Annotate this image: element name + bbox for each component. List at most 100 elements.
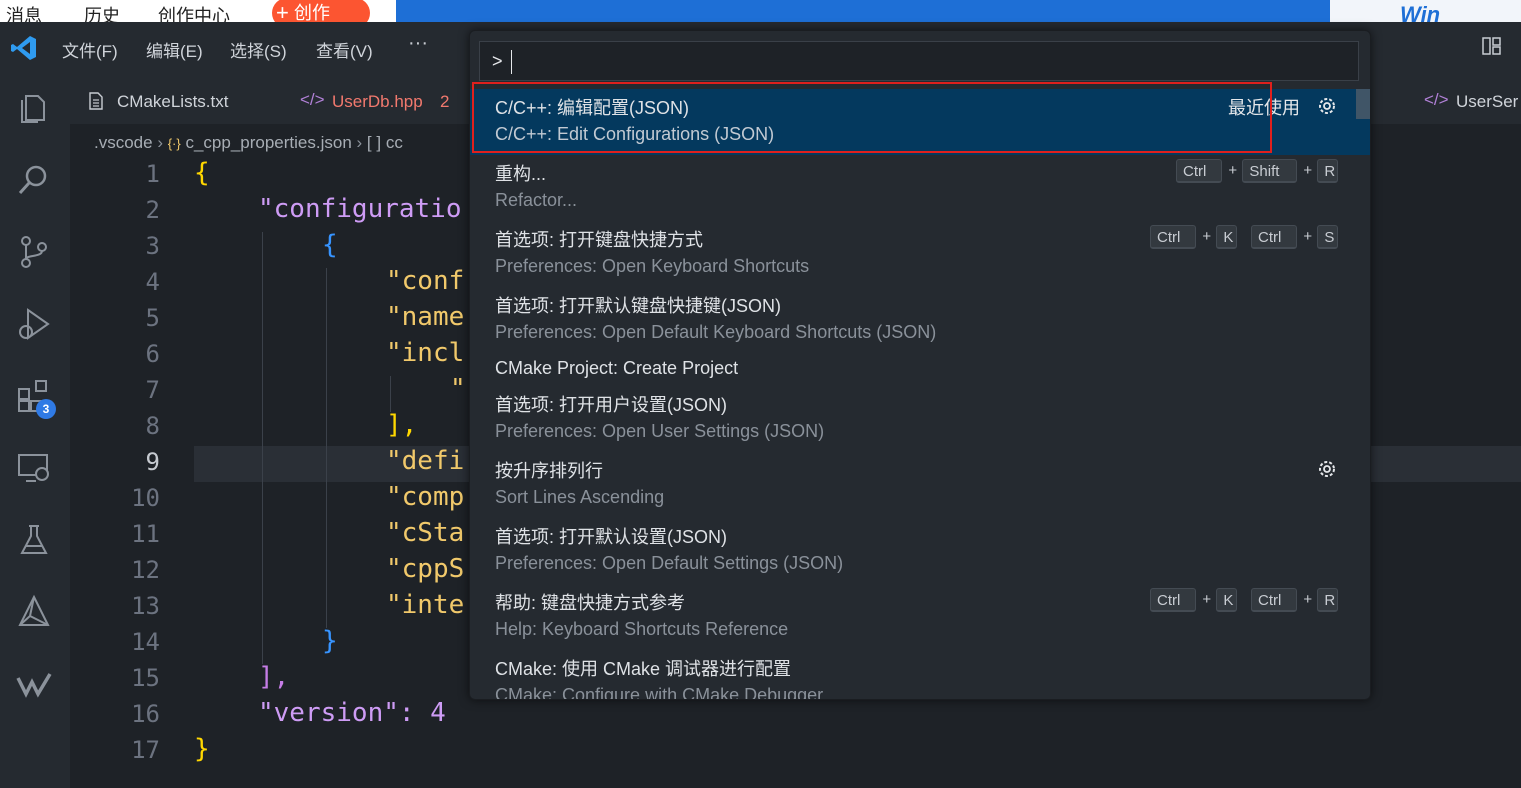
remote-explorer-icon[interactable] [16, 450, 52, 486]
command-title: 帮助: 键盘快捷方式参考 [495, 593, 686, 613]
code-line: ], [258, 662, 290, 692]
code-line: ], [386, 410, 418, 440]
browser-tab-history[interactable]: 历史 [84, 2, 120, 22]
tab-label: CMakeLists.txt [117, 92, 229, 111]
command-item[interactable]: 帮助: 键盘快捷方式参考 Help: Keyboard Shortcuts Ref… [470, 584, 1370, 650]
line-number: 5 [145, 304, 160, 332]
line-number: 16 [131, 700, 160, 728]
plus-icon: + [276, 0, 289, 22]
line-number: 11 [131, 520, 160, 548]
breadcrumb-folder[interactable]: .vscode [94, 133, 153, 152]
line-number: 15 [131, 664, 160, 692]
create-button[interactable]: + 创作 [272, 0, 370, 22]
browser-strip: 消息 历史 创作中心 + 创作 Win [0, 0, 1521, 22]
code-line: } [194, 734, 210, 764]
testing-flask-icon[interactable] [16, 522, 52, 558]
command-title: 首选项: 打开用户设置(JSON) [495, 395, 727, 415]
code-line: } [322, 626, 338, 656]
command-item[interactable]: 首选项: 打开键盘快捷方式 Preferences: Open Keyboard … [470, 221, 1370, 287]
command-item[interactable]: 首选项: 打开用户设置(JSON) Preferences: Open User … [470, 386, 1370, 452]
indent-guide [262, 232, 263, 664]
browser-tab-messages[interactable]: 消息 [6, 2, 42, 22]
command-item[interactable]: CMake Project: Create Project [470, 353, 1370, 386]
command-subtitle: Help: Keyboard Shortcuts Reference [495, 619, 789, 639]
browser-tab-creator-center[interactable]: 创作中心 [158, 2, 230, 22]
line-number: 12 [131, 556, 160, 584]
tab-label: UserDb.hpp [332, 92, 423, 111]
keybinding-plus: + [1303, 228, 1313, 245]
line-number: 3 [145, 232, 160, 260]
more-menu-icon[interactable]: ··· [408, 32, 428, 55]
keybinding-plus: + [1202, 228, 1212, 245]
source-control-icon[interactable] [16, 234, 52, 270]
breadcrumb-file[interactable]: c_cpp_properties.json [185, 133, 351, 152]
command-item[interactable]: CMake: 使用 CMake 调试器进行配置 CMake: Configure … [470, 650, 1370, 699]
layout-toggle-icon[interactable] [1482, 36, 1502, 56]
line-number: 9 [145, 448, 160, 476]
command-title: 重构... [495, 164, 547, 184]
file-text-icon [89, 92, 103, 110]
line-number: 13 [131, 592, 160, 620]
chevron-right-icon: › [356, 133, 367, 152]
extensions-badge: 3 [36, 399, 56, 419]
code-line: "configuratio [258, 194, 462, 224]
menu-file[interactable]: 文件(F) [62, 37, 118, 62]
line-number: 10 [131, 484, 160, 512]
indent-guide [390, 376, 391, 412]
code-line: " [450, 374, 466, 404]
command-subtitle: Preferences: Open Default Settings (JSON… [495, 553, 844, 573]
keybinding-plus: + [1303, 162, 1313, 179]
line-number: 1 [145, 160, 160, 188]
menu-edit[interactable]: 编辑(E) [146, 37, 203, 62]
code-line: "version": 4 [258, 698, 446, 728]
command-list-scrollbar[interactable] [1356, 89, 1370, 119]
code-line: "defi [386, 446, 465, 476]
command-subtitle: Refactor... [495, 190, 578, 210]
code-line: "cSta [386, 518, 465, 548]
keybinding-key: K [1216, 588, 1237, 612]
windows-logo-text: Win [1400, 2, 1441, 22]
command-item[interactable]: 首选项: 打开默认设置(JSON) Preferences: Open Defau… [470, 518, 1370, 584]
command-item[interactable]: 重构... Refactor... R + Shift + Ctrl [470, 155, 1370, 221]
create-button-label: 创作 [294, 3, 330, 22]
command-item[interactable]: 首选项: 打开默认键盘快捷键(JSON) Preferences: Open De… [470, 287, 1370, 353]
keybinding-plus: + [1202, 591, 1212, 608]
keybinding-key: Ctrl [1150, 588, 1197, 612]
keybinding-key: Ctrl [1251, 588, 1298, 612]
keybinding-key: Ctrl [1150, 225, 1197, 249]
line-number: 8 [145, 412, 160, 440]
command-title: 首选项: 打开默认设置(JSON) [495, 527, 727, 547]
menu-selection[interactable]: 选择(S) [230, 37, 287, 62]
command-input-value: > [492, 51, 503, 71]
keybinding-key: R [1317, 159, 1338, 183]
vscode-logo-icon [11, 36, 36, 60]
line-number: 4 [145, 268, 160, 296]
configure-keybinding-gear-icon[interactable] [1316, 95, 1338, 117]
wakatime-w-icon[interactable] [16, 666, 52, 702]
breadcrumb-symbol[interactable]: [ ] cc [367, 133, 403, 152]
run-debug-icon[interactable] [16, 306, 52, 342]
keybinding-plus: + [1303, 591, 1313, 608]
search-icon[interactable] [16, 162, 52, 198]
keybinding-plus: + [1228, 162, 1238, 179]
line-number: 17 [131, 736, 160, 764]
cpp-header-icon: </> [300, 90, 325, 109]
command-subtitle: Preferences: Open User Settings (JSON) [495, 421, 825, 441]
command-title: 按升序排列行 [495, 461, 603, 481]
tab-problem-count: 2 [440, 92, 450, 111]
text-cursor [511, 50, 512, 74]
line-number: 2 [145, 196, 160, 224]
line-number: 14 [131, 628, 160, 656]
keybinding-key: K [1216, 225, 1237, 249]
command-palette-input[interactable]: > [479, 41, 1359, 81]
command-item[interactable]: 按升序排列行 Sort Lines Ascending [470, 452, 1370, 518]
cpp-header-icon: </> [1424, 90, 1449, 109]
menu-view[interactable]: 查看(V) [316, 37, 373, 62]
configure-keybinding-gear-icon[interactable] [1316, 458, 1338, 480]
line-number: 6 [145, 340, 160, 368]
chevron-right-icon: › [157, 133, 168, 152]
explorer-icon[interactable] [16, 90, 52, 126]
keybinding-key: Shift [1242, 159, 1298, 183]
cmake-icon[interactable] [16, 594, 52, 630]
keybinding-key: Ctrl [1251, 225, 1298, 249]
